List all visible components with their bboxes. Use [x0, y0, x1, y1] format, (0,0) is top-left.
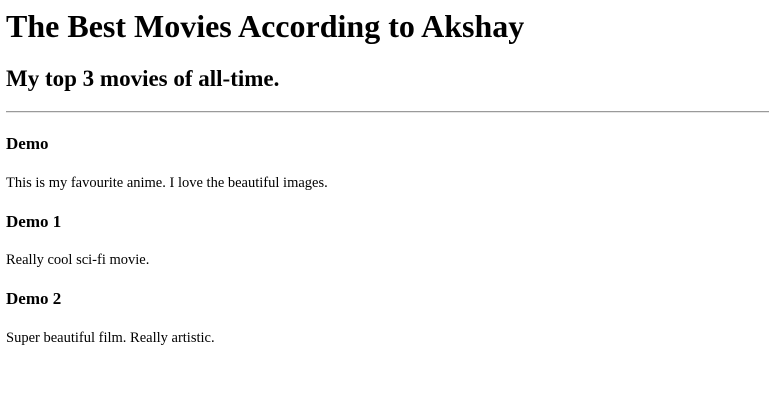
page-title: The Best Movies According to Akshay [6, 8, 525, 44]
page-subtitle: My top 3 movies of all-time. [6, 66, 280, 91]
divider [6, 111, 769, 113]
movie-title-demo: Demo [6, 134, 49, 153]
movie-title-demo-2: Demo 2 [6, 289, 62, 308]
movie-description-demo-2: Super beautiful film. Really artistic. [6, 330, 215, 346]
movie-description-demo: This is my favourite anime. I love the b… [6, 175, 328, 191]
movie-description-demo-1: Really cool sci-fi movie. [6, 252, 150, 268]
movie-title-demo-1: Demo 1 [6, 212, 62, 231]
page: The Best Movies According to Akshay My t… [0, 0, 770, 405]
